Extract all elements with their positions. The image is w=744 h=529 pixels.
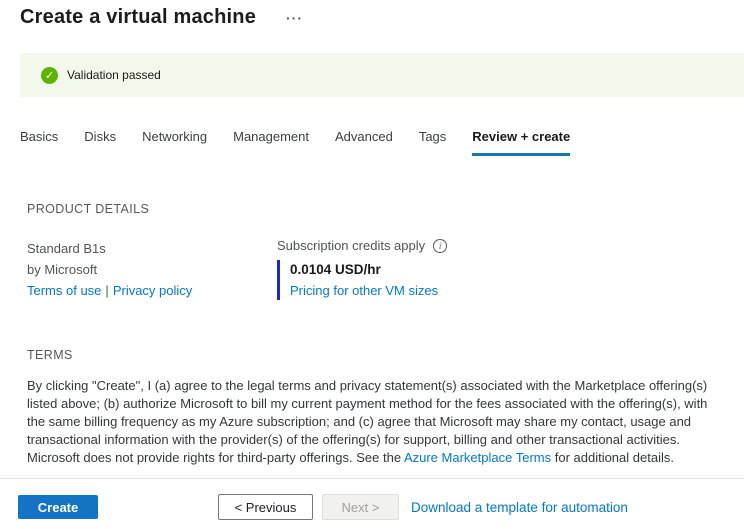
credits-label: Subscription credits apply <box>277 238 425 253</box>
tab-review-create[interactable]: Review + create <box>472 129 570 156</box>
validation-banner: ✓ Validation passed <box>20 53 744 97</box>
price-block: 0.0104 USD/hr Pricing for other VM sizes <box>277 260 447 300</box>
tab-disks[interactable]: Disks <box>84 129 116 156</box>
subscription-credits: Subscription credits apply i <box>277 238 447 253</box>
terms-text-after: for additional details. <box>551 450 674 465</box>
next-button: Next > <box>322 494 399 520</box>
price-value: 0.0104 USD/hr <box>290 260 447 280</box>
terms-paragraph: By clicking "Create", I (a) agree to the… <box>27 377 727 467</box>
terms-section: TERMS By clicking "Create", I (a) agree … <box>27 348 724 467</box>
tab-advanced[interactable]: Advanced <box>335 129 393 156</box>
terms-heading: TERMS <box>27 348 724 362</box>
page-title: Create a virtual machine <box>20 6 256 29</box>
azure-marketplace-terms-link[interactable]: Azure Marketplace Terms <box>404 450 551 465</box>
footer-bar: Create < Previous Next > Download a temp… <box>0 479 744 520</box>
tab-networking[interactable]: Networking <box>142 129 207 156</box>
pricing-info: Subscription credits apply i 0.0104 USD/… <box>277 238 447 301</box>
validation-message: Validation passed <box>67 68 161 82</box>
product-name: Standard B1s <box>27 238 277 259</box>
create-button[interactable]: Create <box>18 495 98 519</box>
page-header: Create a virtual machine ··· <box>0 0 744 30</box>
privacy-policy-link[interactable]: Privacy policy <box>113 283 192 298</box>
tab-tags[interactable]: Tags <box>419 129 446 156</box>
check-circle-icon: ✓ <box>41 67 58 84</box>
tab-basics[interactable]: Basics <box>20 129 58 156</box>
tab-bar: Basics Disks Networking Management Advanced T… <box>20 129 744 156</box>
product-legal-links: Terms of use | Privacy policy <box>27 280 277 301</box>
more-options-icon[interactable]: ··· <box>286 6 303 30</box>
product-details-row: Standard B1s by Microsoft Terms of use | P… <box>27 238 724 301</box>
create-vm-page: Create a virtual machine ··· ✓ Validatio… <box>0 0 744 529</box>
link-separator: | <box>105 283 108 298</box>
product-info: Standard B1s by Microsoft Terms of use | P… <box>27 238 277 301</box>
pricing-other-sizes-link[interactable]: Pricing for other VM sizes <box>290 283 438 298</box>
info-icon[interactable]: i <box>433 239 447 253</box>
product-details-heading: PRODUCT DETAILS <box>27 202 724 216</box>
product-details-section: PRODUCT DETAILS Standard B1s by Microsof… <box>27 202 724 301</box>
previous-button[interactable]: < Previous <box>218 494 313 520</box>
product-publisher: by Microsoft <box>27 259 277 280</box>
tab-management[interactable]: Management <box>233 129 309 156</box>
terms-of-use-link[interactable]: Terms of use <box>27 283 101 298</box>
download-template-link[interactable]: Download a template for automation <box>411 500 628 515</box>
